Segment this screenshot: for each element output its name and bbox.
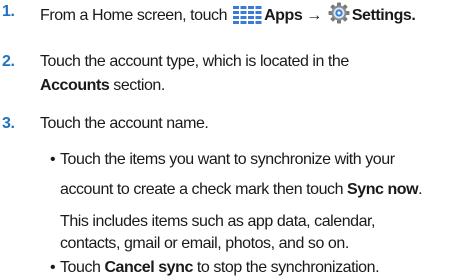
apps-grid-icon <box>233 6 262 30</box>
step-2-line-2: Accounts section. <box>40 76 165 96</box>
bullet-2-intro: Touch <box>60 259 105 276</box>
instructions-document: 1. From a Home screen, touch Apps → Sett… <box>0 0 475 280</box>
accounts-label: Accounts <box>40 77 110 94</box>
sync-now-label: Sync now <box>347 181 419 198</box>
apps-label: Apps <box>264 7 303 24</box>
step-1-intro: From a Home screen, touch <box>40 7 228 24</box>
cancel-sync-label: Cancel sync <box>104 259 193 276</box>
bullet-2-rest: to stop the synchronization. <box>192 259 380 276</box>
step-1-text: From a Home screen, touch Apps → Setting… <box>40 2 416 30</box>
bullet-1-paragraph-line-1: This includes items such as app data, ca… <box>60 213 376 230</box>
arrow-text: → <box>306 7 322 24</box>
step-1-number: 1. <box>2 3 15 20</box>
section-text: section. <box>109 77 165 94</box>
bullet-1-marker: • <box>50 151 56 168</box>
bullet-1-line-2-text: account to create a check mark then touc… <box>60 181 348 198</box>
bullet-2-line: Touch Cancel sync to stop the synchroniz… <box>60 258 380 278</box>
bullet-1-line-2: account to create a check mark then touc… <box>60 180 423 200</box>
step-3-number: 3. <box>2 115 15 132</box>
settings-label: Settings. <box>351 7 416 24</box>
bullet-1-line-1: Touch the items you want to synchronize … <box>60 151 395 168</box>
step-3-line-1: Touch the account name. <box>40 115 209 132</box>
bullet-1-period: . <box>418 181 423 198</box>
settings-gear-icon <box>328 2 350 30</box>
bullet-1-paragraph-line-2: contacts, gmail or email, photos, and so… <box>60 235 349 252</box>
step-2-line-1: Touch the account type, which is located… <box>40 53 349 70</box>
step-2-number: 2. <box>2 53 15 70</box>
bullet-2-marker: • <box>50 259 56 276</box>
